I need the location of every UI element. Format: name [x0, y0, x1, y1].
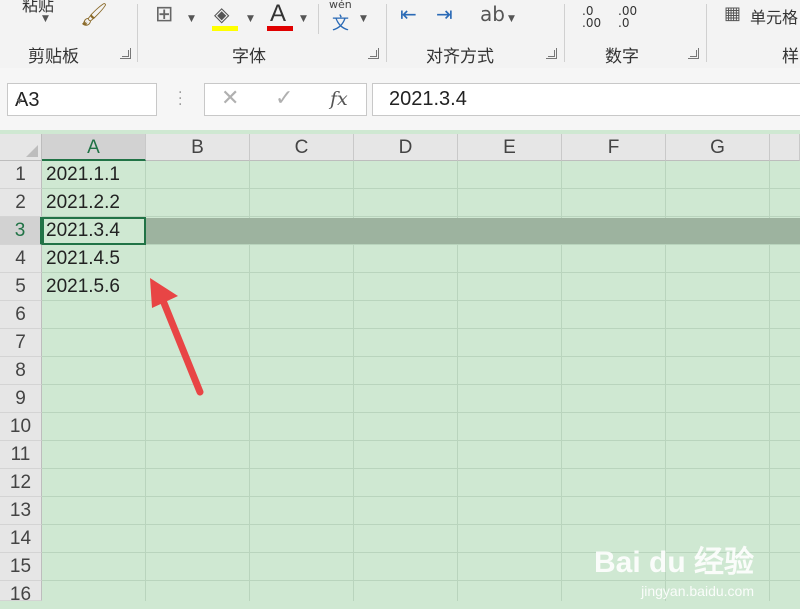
font-color-icon[interactable]: A	[270, 0, 286, 28]
watermark-url: jingyan.baidu.com	[641, 583, 754, 599]
row-header[interactable]: 1	[0, 161, 42, 189]
row-header[interactable]: 12	[0, 469, 42, 497]
orientation-dropdown-icon[interactable]: ▼	[508, 14, 515, 24]
clipboard-launcher-icon[interactable]	[120, 48, 131, 59]
row-header[interactable]: 15	[0, 553, 42, 581]
group-alignment-label: 对齐方式	[426, 47, 494, 67]
paste-dropdown-icon[interactable]: ▼	[42, 14, 49, 24]
increase-indent-icon[interactable]: ⇥	[436, 2, 453, 26]
column-header-e[interactable]: E	[458, 134, 562, 161]
borders-icon[interactable]: ⊞	[155, 2, 173, 27]
format-painter-icon[interactable]: 🖌	[80, 3, 108, 28]
cell-a2[interactable]: 2021.2.2	[46, 189, 120, 217]
decrease-decimal-sub: .0	[618, 16, 630, 30]
splitter-handle-icon[interactable]: · · ·	[178, 86, 182, 112]
column-header-d[interactable]: D	[354, 134, 458, 161]
row-header[interactable]: 11	[0, 441, 42, 469]
cell-styles-button[interactable]: 单元格	[750, 4, 798, 28]
column-header-g[interactable]: G	[666, 134, 770, 161]
worksheet-grid: A B C D E F G 1 2 3 4 5 6 7 8 9 10 11 12…	[0, 134, 800, 605]
cell-styles-icon[interactable]: ▦	[724, 3, 741, 24]
decrease-indent-icon[interactable]: ⇤	[400, 2, 417, 26]
formula-bar: A3 ▼ · · · ✕ ✓ fx 2021.3.4	[0, 68, 800, 130]
phonetic-guide-icon[interactable]: 文	[332, 9, 349, 34]
divider	[386, 4, 387, 62]
cancel-icon[interactable]: ✕	[221, 86, 239, 111]
column-header-b[interactable]: B	[146, 134, 250, 161]
divider	[137, 4, 138, 62]
column-header-a[interactable]: A	[42, 134, 146, 161]
row-header[interactable]: 5	[0, 273, 42, 301]
name-box-dropdown-icon[interactable]: ▼	[15, 96, 148, 106]
formula-buttons: ✕ ✓ fx	[204, 83, 367, 116]
row-header[interactable]: 6	[0, 301, 42, 329]
ribbon: 粘贴 ▼ 🖌 剪贴板 ⊞ ▼ ◈ ▼ A ▼ wén 文 ▼ 字体 ⇤ ⇥ ab…	[0, 0, 800, 69]
column-header-h[interactable]	[770, 134, 800, 161]
font-color-dropdown-icon[interactable]: ▼	[300, 14, 307, 24]
divider	[564, 4, 565, 62]
row-header[interactable]: 7	[0, 329, 42, 357]
select-all-button[interactable]	[0, 134, 42, 161]
cell-a5[interactable]: 2021.5.6	[46, 273, 120, 301]
row-header[interactable]: 8	[0, 357, 42, 385]
row-header[interactable]: 13	[0, 497, 42, 525]
selected-row-range	[146, 218, 800, 244]
fill-color-icon[interactable]: ◈	[214, 2, 229, 26]
name-box[interactable]: A3 ▼	[7, 83, 157, 116]
insert-function-icon[interactable]: fx	[330, 88, 348, 110]
formula-input[interactable]: 2021.3.4	[372, 83, 800, 116]
watermark-logo: Bai du 经验	[593, 546, 754, 579]
alignment-launcher-icon[interactable]	[546, 48, 557, 59]
enter-icon[interactable]: ✓	[275, 86, 293, 111]
orientation-icon[interactable]: ab	[480, 2, 505, 26]
cell-a3[interactable]: 2021.3.4	[46, 217, 120, 245]
fill-color-dropdown-icon[interactable]: ▼	[247, 14, 254, 24]
group-clipboard-label: 剪贴板	[28, 47, 79, 67]
row-header[interactable]: 4	[0, 245, 42, 273]
group-font-label: 字体	[232, 47, 266, 67]
cell-a1[interactable]: 2021.1.1	[46, 161, 120, 189]
phonetic-dropdown-icon[interactable]: ▼	[360, 14, 367, 24]
font-launcher-icon[interactable]	[368, 48, 379, 59]
formula-value: 2021.3.4	[389, 88, 467, 110]
divider	[706, 4, 707, 62]
paste-button[interactable]: 粘贴	[22, 0, 54, 16]
group-styles-label: 样	[782, 47, 799, 67]
fill-color-swatch	[212, 26, 238, 31]
row-header[interactable]: 10	[0, 413, 42, 441]
row-header[interactable]: 14	[0, 525, 42, 553]
font-color-swatch	[267, 26, 293, 31]
red-arrow-annotation	[150, 278, 204, 396]
increase-decimal-sub: .00	[582, 16, 602, 30]
row-header[interactable]: 16	[0, 581, 42, 605]
group-number-label: 数字	[605, 47, 639, 67]
row-header-selected[interactable]: 3	[0, 217, 42, 245]
column-header-c[interactable]: C	[250, 134, 354, 161]
column-header-f[interactable]: F	[562, 134, 666, 161]
number-launcher-icon[interactable]	[688, 48, 699, 59]
cell-a4[interactable]: 2021.4.5	[46, 245, 120, 273]
divider	[318, 4, 319, 34]
row-header[interactable]: 2	[0, 189, 42, 217]
borders-dropdown-icon[interactable]: ▼	[188, 14, 195, 24]
row-header[interactable]: 9	[0, 385, 42, 413]
